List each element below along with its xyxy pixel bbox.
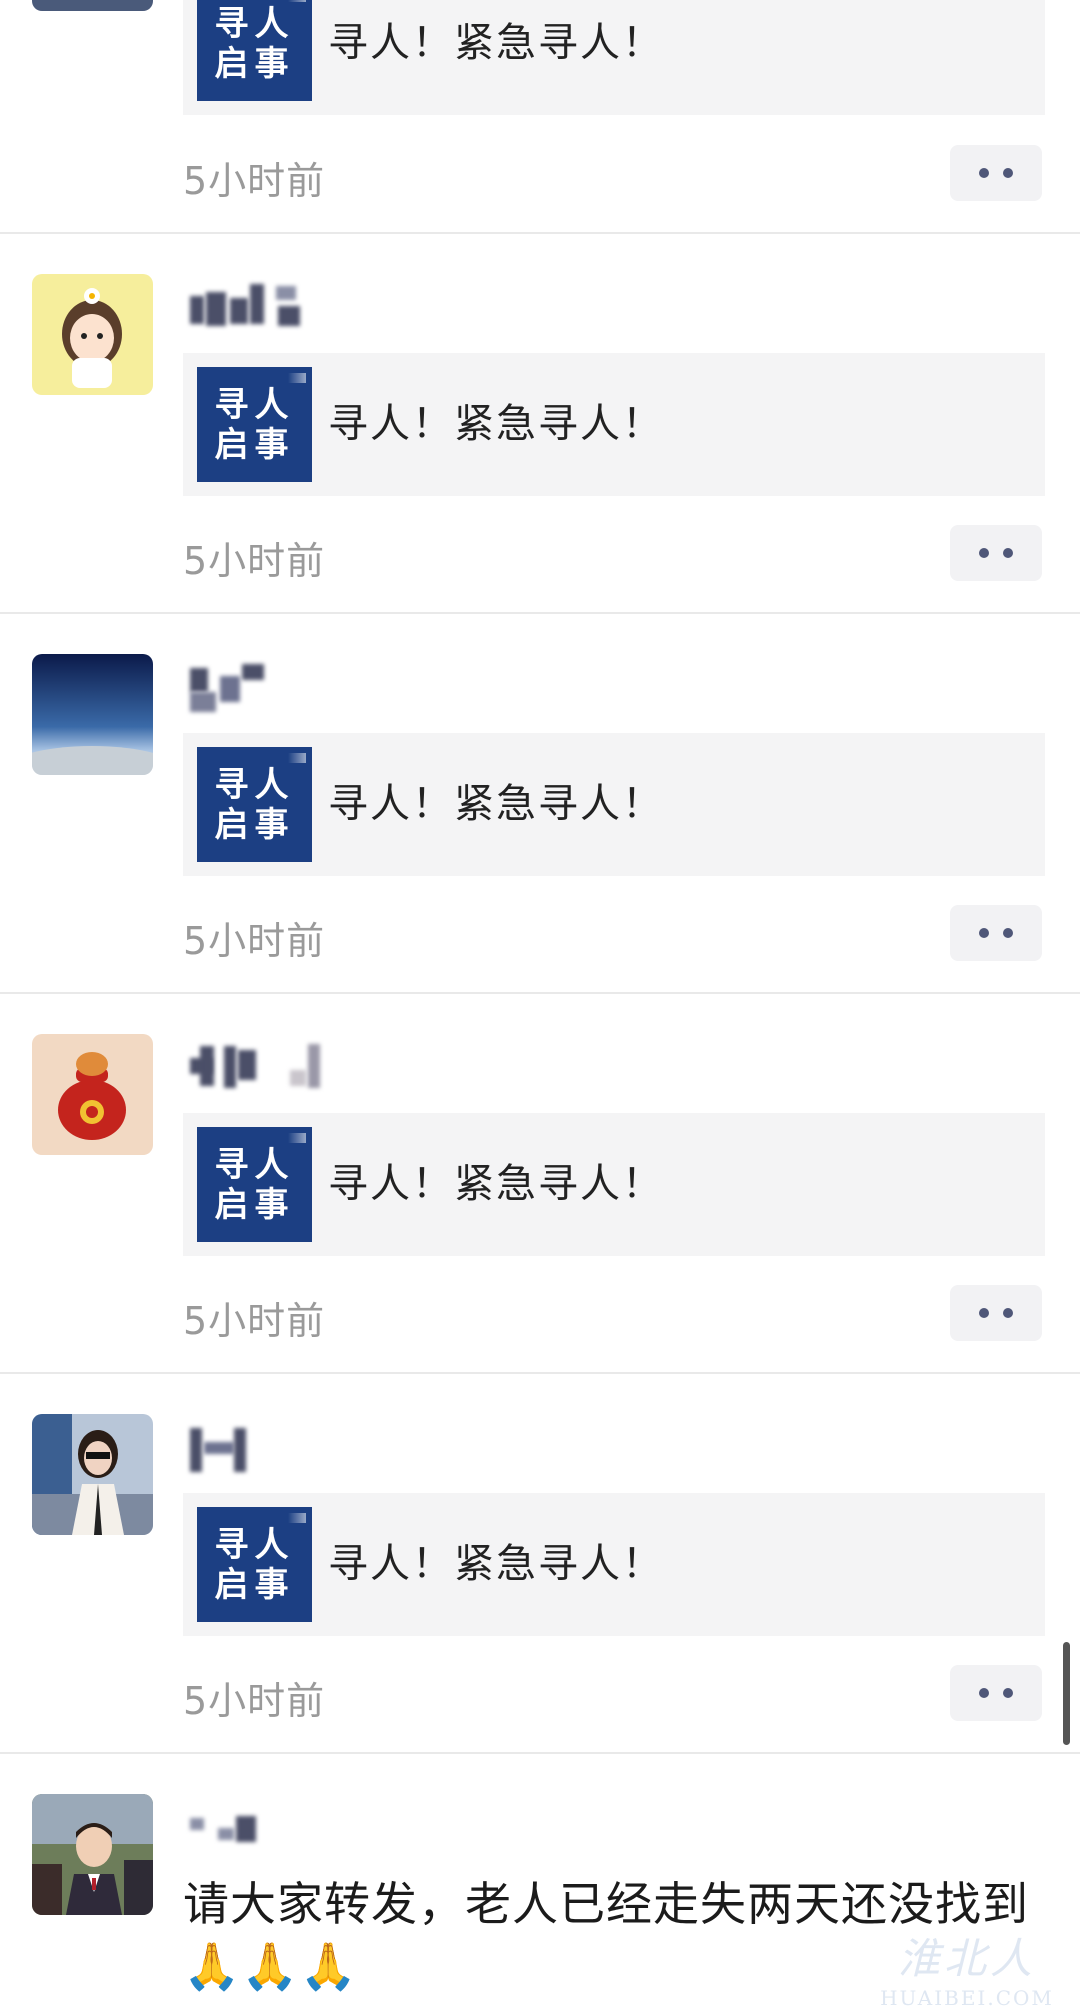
site-watermark: 淮北人 HUAIBEI.COM <box>862 1925 1072 2010</box>
watermark-logo-text: 淮北人 <box>897 1934 1036 1983</box>
username-blurred[interactable] <box>190 654 360 714</box>
post-timestamp: 5小时前 <box>183 1679 326 1723</box>
thumbnail-text-line1: 寻人 <box>214 764 295 805</box>
feed-post: 寻人 启事 寻人！紧急寻人！ 5小时前 <box>0 1374 1080 1752</box>
link-card-title: 寻人！紧急寻人！ <box>328 781 664 827</box>
earth-horizon-icon <box>32 654 153 775</box>
more-actions-button[interactable] <box>950 525 1042 581</box>
link-card-title: 寻人！紧急寻人！ <box>328 1541 664 1587</box>
username-blurred[interactable] <box>190 1414 360 1474</box>
thumbnail-text-line2: 启事 <box>214 424 295 465</box>
dot-icon <box>1003 1308 1013 1318</box>
thumbnail-text-line2: 启事 <box>214 1564 295 1605</box>
watermark-domain: HUAIBEI.COM <box>880 1986 1054 2010</box>
thumbnail-text-line2: 启事 <box>214 1184 295 1225</box>
dot-icon <box>1003 168 1013 178</box>
thumbnail-text-line1: 寻人 <box>214 384 295 425</box>
avatar[interactable] <box>32 0 153 11</box>
avatar[interactable] <box>32 1794 153 1915</box>
post-timestamp: 5小时前 <box>183 919 326 963</box>
thumbnail-text-line1: 寻人 <box>214 3 295 44</box>
lucky-bag-icon <box>32 1034 153 1155</box>
username-blurred[interactable] <box>190 274 360 334</box>
dot-icon <box>979 928 989 938</box>
username-blurred[interactable] <box>190 1794 360 1854</box>
dot-icon <box>1003 928 1013 938</box>
dot-icon <box>979 1688 989 1698</box>
shared-link-card[interactable]: 寻人 启事 寻人！紧急寻人！ <box>183 0 1045 115</box>
link-card-title: 寻人！紧急寻人！ <box>328 20 664 66</box>
moments-feed: 寻人 启事 寻人！紧急寻人！ 5小时前 寻人 启事 寻人！紧急寻人！ 5小时前 … <box>0 0 1080 2010</box>
woman-photo-icon <box>32 1414 153 1535</box>
post-timestamp: 5小时前 <box>183 1299 326 1343</box>
feed-post: 寻人 启事 寻人！紧急寻人！ 5小时前 <box>0 614 1080 992</box>
missing-person-thumbnail: 寻人 启事 <box>197 367 312 482</box>
avatar[interactable] <box>32 1414 153 1535</box>
missing-person-thumbnail: 寻人 启事 <box>197 1127 312 1242</box>
more-actions-button[interactable] <box>950 145 1042 201</box>
feed-post: 寻人 启事 寻人！紧急寻人！ 5小时前 <box>0 0 1080 233</box>
missing-person-thumbnail: 寻人 启事 <box>197 747 312 862</box>
more-actions-button[interactable] <box>950 1665 1042 1721</box>
shared-link-card[interactable]: 寻人 启事 寻人！紧急寻人！ <box>183 1113 1045 1256</box>
dot-icon <box>1003 548 1013 558</box>
link-card-title: 寻人！紧急寻人！ <box>328 401 664 447</box>
more-actions-button[interactable] <box>950 1285 1042 1341</box>
thumbnail-text-line2: 启事 <box>214 804 295 845</box>
thumbnail-text-line2: 启事 <box>214 43 295 84</box>
dot-icon <box>979 1308 989 1318</box>
feed-post: 寻人 启事 寻人！紧急寻人！ 5小时前 <box>0 994 1080 1372</box>
child-photo-icon <box>32 1794 153 1915</box>
post-timestamp: 5小时前 <box>183 539 326 583</box>
thumbnail-text-line1: 寻人 <box>214 1144 295 1185</box>
dot-icon <box>1003 1688 1013 1698</box>
missing-person-thumbnail: 寻人 启事 <box>197 0 312 101</box>
username-blurred[interactable] <box>190 1034 360 1094</box>
shared-link-card[interactable]: 寻人 启事 寻人！紧急寻人！ <box>183 1493 1045 1636</box>
link-card-title: 寻人！紧急寻人！ <box>328 1161 664 1207</box>
avatar[interactable] <box>32 654 153 775</box>
missing-person-thumbnail: 寻人 启事 <box>197 1507 312 1622</box>
thumbnail-text-line1: 寻人 <box>214 1524 295 1565</box>
scrollbar[interactable] <box>1063 1642 1070 1745</box>
dot-icon <box>979 548 989 558</box>
shared-link-card[interactable]: 寻人 启事 寻人！紧急寻人！ <box>183 353 1045 496</box>
shared-link-card[interactable]: 寻人 启事 寻人！紧急寻人！ <box>183 733 1045 876</box>
avatar[interactable] <box>32 1034 153 1155</box>
more-actions-button[interactable] <box>950 905 1042 961</box>
avatar[interactable] <box>32 274 153 395</box>
cartoon-girl-icon <box>32 274 153 395</box>
dot-icon <box>979 168 989 178</box>
feed-post: 寻人 启事 寻人！紧急寻人！ 5小时前 <box>0 234 1080 612</box>
post-timestamp: 5小时前 <box>183 159 326 203</box>
